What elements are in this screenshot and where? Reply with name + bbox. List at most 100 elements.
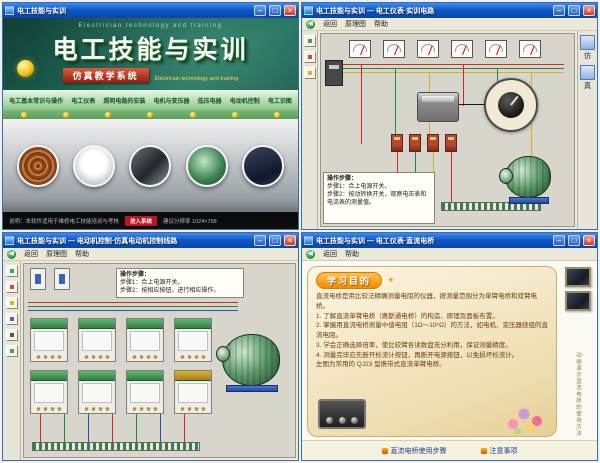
main-title: 电工技能与实训 — [3, 30, 298, 66]
menu-schematic[interactable]: 原理图 — [46, 249, 67, 259]
thumbnail-instrument-photo[interactable] — [565, 291, 591, 311]
fuse-holder[interactable] — [391, 134, 403, 152]
contactor-cover — [79, 371, 115, 381]
flower-decoration — [504, 404, 548, 434]
contactor-terminals — [178, 353, 208, 359]
minimize-button[interactable]: – — [254, 5, 266, 16]
menu-help[interactable]: 帮助 — [75, 249, 89, 259]
contactor-unit[interactable] — [78, 370, 116, 414]
contactor-window — [130, 383, 160, 403]
steps-title: 操作步骤： — [327, 175, 431, 183]
measure-tool-icon[interactable] — [6, 329, 18, 341]
module-item-meters[interactable]: 电工仪表 — [71, 96, 95, 105]
titlebar-motor[interactable]: 电工技能与实训 — 电动机控制·仿真电动机控制线路 – □ × — [3, 233, 298, 248]
window-title: 电工技能与实训 — 电工仪表·直流电桥 — [316, 236, 550, 246]
contactor-unit[interactable] — [174, 318, 212, 362]
contactor-window — [178, 331, 208, 351]
back-arrow-icon[interactable]: ◀ — [7, 250, 16, 259]
menu-help[interactable]: 帮助 — [345, 249, 359, 259]
components-icon[interactable] — [6, 265, 18, 277]
close-button[interactable]: × — [583, 235, 595, 246]
module-menu: 电工基本常识与操作 电工仪表 照明电路的安装 电机与变压器 低压电器 电动机控制… — [3, 90, 298, 110]
steps-title: 操作步骤： — [120, 271, 240, 279]
photo-panel-meter — [73, 145, 115, 187]
minimize-button[interactable]: – — [553, 235, 565, 246]
wiring-tool-icon[interactable] — [6, 297, 18, 309]
contactor-unit[interactable] — [126, 318, 164, 362]
close-button[interactable]: × — [284, 235, 296, 246]
menu-back[interactable]: 返回 — [323, 19, 337, 29]
callout-leader-line — [459, 104, 487, 105]
contactor-cover — [31, 319, 67, 329]
relay-cover — [175, 371, 211, 381]
thumbnail-panel-photo[interactable] — [565, 267, 591, 287]
menubar-motor: ◀ 返回 原理图 帮助 — [3, 248, 298, 261]
contactor-window — [34, 383, 64, 403]
maximize-button[interactable]: □ — [568, 5, 580, 16]
menu-back[interactable]: 返回 — [24, 249, 38, 259]
titlebar-meter[interactable]: 电工技能与实训 — 电工仪表·实训电路 – □ × — [302, 3, 597, 18]
card-header: 学习目的 ✦ — [316, 272, 548, 289]
maximize-button[interactable]: □ — [568, 235, 580, 246]
titlebar-learning[interactable]: 电工技能与实训 — 电工仪表·直流电桥 – □ × — [302, 233, 597, 248]
drop-wire-green — [136, 414, 137, 442]
contactor-unit[interactable] — [30, 318, 68, 362]
step-1: 步骤1：合上电源开关。 — [120, 279, 240, 287]
drop-wire-red — [361, 64, 362, 144]
power-switch[interactable] — [325, 60, 343, 86]
close-button[interactable]: × — [284, 5, 296, 16]
maximize-button[interactable]: □ — [269, 235, 281, 246]
contactor-unit[interactable] — [78, 318, 116, 362]
real-mode-button[interactable] — [580, 65, 595, 80]
knob-pointer — [510, 96, 518, 106]
thermal-relay-unit[interactable] — [174, 370, 212, 414]
titlebar-splash[interactable]: 电工技能与实训 – □ × — [3, 3, 298, 18]
module-item-motorcontrol[interactable]: 电动机控制 — [230, 96, 260, 105]
bridge-instrument-photo — [318, 399, 366, 429]
circuit-breaker[interactable] — [54, 268, 70, 290]
close-button[interactable]: × — [583, 5, 595, 16]
app-icon — [5, 6, 14, 15]
menu-schematic[interactable]: 原理图 — [345, 19, 366, 29]
fuse-holder[interactable] — [445, 134, 457, 152]
wiring-tool-icon[interactable] — [304, 67, 316, 79]
meter-tool-icon[interactable] — [304, 51, 316, 63]
module-item-machines[interactable]: 电机与变压器 — [153, 96, 189, 105]
enter-system-badge[interactable]: 进入系统 — [125, 216, 157, 226]
components-icon[interactable] — [304, 35, 316, 47]
module-item-basics[interactable]: 电工基本常识与操作 — [9, 96, 63, 105]
simulation-mode-button[interactable] — [580, 35, 595, 50]
fuse-holder[interactable] — [427, 134, 439, 152]
maximize-button[interactable]: □ — [269, 5, 281, 16]
minimize-button[interactable]: – — [254, 235, 266, 246]
reset-tool-icon[interactable] — [6, 345, 18, 357]
bus-wire-red — [329, 64, 564, 65]
module-item-lighting[interactable]: 照明电路的安装 — [103, 96, 145, 105]
contactor-unit[interactable] — [30, 370, 68, 414]
photo-motor — [186, 145, 228, 187]
relay-terminals — [178, 405, 208, 411]
contactor-cover — [79, 319, 115, 329]
fuse-holder[interactable] — [409, 134, 421, 152]
circuit-breaker[interactable] — [30, 268, 46, 290]
menu-node-dot — [21, 112, 27, 118]
contactor-unit[interactable] — [126, 370, 164, 414]
menu-back[interactable]: 返回 — [323, 249, 337, 259]
button-tool-icon[interactable] — [6, 281, 18, 293]
notes-button[interactable]: 注意事项 — [481, 446, 518, 456]
back-arrow-icon[interactable]: ◀ — [306, 250, 315, 259]
bus-wire-yellow — [329, 72, 564, 73]
drop-wire-blue — [160, 414, 161, 442]
knob — [351, 417, 358, 424]
minimize-button[interactable]: – — [553, 5, 565, 16]
schematic-tool-icon[interactable] — [6, 313, 18, 325]
back-arrow-icon[interactable]: ◀ — [306, 20, 315, 29]
selector-knob[interactable] — [498, 92, 524, 118]
module-item-lowvoltage[interactable]: 低压电器 — [198, 96, 222, 105]
contactor-cover — [175, 319, 211, 329]
menu-help[interactable]: 帮助 — [374, 19, 388, 29]
module-item-drawings[interactable]: 电工识图 — [268, 96, 292, 105]
learning-bottom-bar: 直流电桥使用步骤 注意事项 — [302, 440, 597, 460]
usage-steps-button[interactable]: 直流电桥使用步骤 — [382, 446, 447, 456]
changeover-switch-body[interactable] — [417, 92, 459, 122]
